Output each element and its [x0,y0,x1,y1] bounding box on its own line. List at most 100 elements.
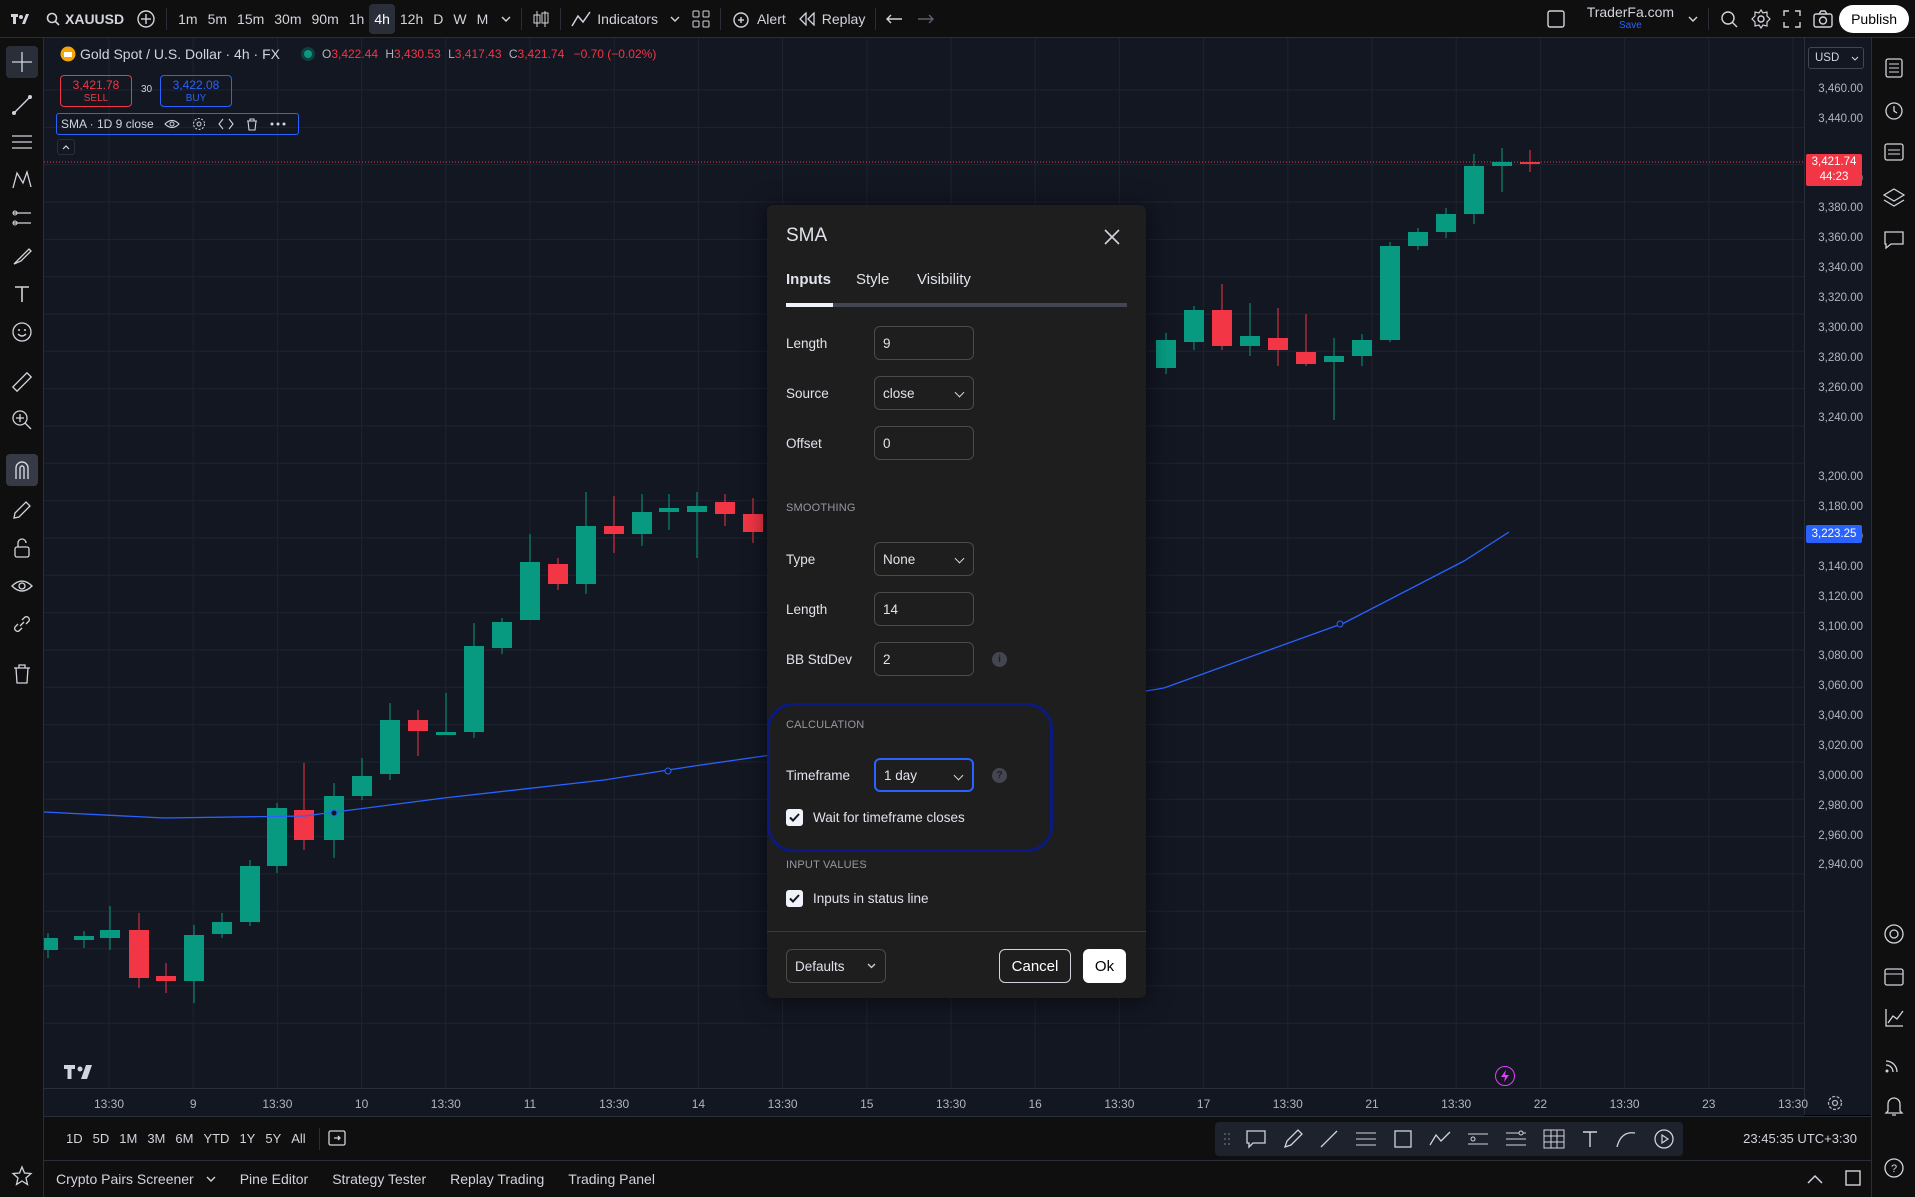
timeframe-15m[interactable]: 15m [232,4,269,34]
pen-icon[interactable] [1283,1128,1304,1149]
rectangle-icon[interactable] [1393,1129,1413,1149]
quick-search-button[interactable] [1713,0,1745,38]
goto-date-button[interactable] [328,1128,348,1149]
price-axis[interactable]: USD 3,460.003,440.003,400.003,380.003,36… [1804,38,1871,1115]
status-line-checkbox[interactable] [786,889,803,907]
brush-tool[interactable] [6,240,38,272]
tab-visibility[interactable]: Visibility [917,271,971,288]
curve-icon[interactable] [1615,1129,1637,1149]
cancel-button[interactable]: Cancel [999,949,1071,983]
status-line-row[interactable]: Inputs in status line [786,881,1127,915]
tab-replay-trading[interactable]: Replay Trading [438,1171,556,1187]
replay-button[interactable]: Replay [792,0,872,38]
range-1M[interactable]: 1M [114,1131,142,1146]
timeframe-W[interactable]: W [448,4,471,34]
clock[interactable]: 23:45:35 UTC+3:30 [1743,1131,1857,1146]
tab-crypto-screener[interactable]: Crypto Pairs Screener [44,1171,228,1187]
bb-stddev-input[interactable]: 2 [874,642,974,676]
publish-button[interactable]: Publish [1839,4,1909,33]
axis-settings-button[interactable] [1826,1094,1844,1112]
chats-button[interactable] [1878,224,1910,256]
legend-title[interactable]: Gold Spot / U.S. Dollar · 4h · FX [80,46,280,62]
channel-icon[interactable] [1505,1129,1527,1149]
timeframe-select[interactable]: 1 day [874,758,974,792]
replay-play-icon[interactable] [1653,1128,1675,1150]
range-3M[interactable]: 3M [142,1131,170,1146]
settings-button[interactable] [1745,0,1777,38]
favorites-tool[interactable] [6,1160,38,1192]
range-5Y[interactable]: 5Y [260,1131,286,1146]
ok-button[interactable]: Ok [1083,949,1126,983]
magnet-tool[interactable] [6,454,38,486]
timeframe-M[interactable]: M [472,4,494,34]
info-icon[interactable]: i [992,651,1007,667]
timeframe-30m[interactable]: 30m [269,4,306,34]
timeframe-1m[interactable]: 1m [173,4,202,34]
tab-style[interactable]: Style [856,271,889,288]
drag-handle-icon[interactable] [1223,1132,1231,1146]
source-select[interactable]: close [874,376,974,410]
watchlist-button[interactable] [1878,52,1910,84]
collapse-legend-button[interactable] [57,139,75,155]
link-tool[interactable] [6,608,38,640]
callout-icon[interactable] [1245,1129,1267,1149]
symbol-search[interactable]: XAUUSD [40,0,130,38]
range-1D[interactable]: 1D [61,1131,88,1146]
flash-icon[interactable] [1495,1066,1515,1086]
crosshair-tool[interactable] [6,46,38,78]
source-code-icon[interactable] [217,118,234,130]
help-icon[interactable]: ? [992,767,1007,783]
currency-dropdown[interactable]: USD [1808,47,1864,69]
chart-type-button[interactable] [526,0,556,38]
tab-trading-panel[interactable]: Trading Panel [556,1171,667,1187]
timeframe-4h[interactable]: 4h [369,3,395,34]
table-icon[interactable] [1543,1129,1565,1149]
range-1Y[interactable]: 1Y [234,1131,260,1146]
collapse-panel-button[interactable] [1807,1171,1823,1187]
more-icon[interactable] [270,122,286,126]
pattern-tool[interactable] [6,164,38,196]
zoom-tool[interactable] [6,404,38,436]
sma-legend[interactable]: SMA · 1D 9 close [56,113,299,135]
fib-icon[interactable] [1355,1129,1377,1149]
hide-tool[interactable] [6,570,38,602]
account-switcher[interactable]: TraderFa.com Save [1541,0,1704,38]
range-5D[interactable]: 5D [88,1131,115,1146]
indicators-button[interactable]: Indicators [565,0,686,38]
undo-button[interactable] [880,0,910,38]
close-button[interactable] [1100,225,1124,249]
notifications-button[interactable] [1878,1090,1910,1122]
line-icon[interactable] [1319,1129,1339,1149]
wait-timeframe-row[interactable]: Wait for timeframe closes [786,800,1127,834]
layouts-button[interactable] [686,0,716,38]
forecast-tool[interactable] [6,202,38,234]
account-save[interactable]: Save [1619,19,1642,33]
timeframe-D[interactable]: D [428,4,448,34]
trash-icon[interactable] [246,117,258,131]
fullscreen-button[interactable] [1777,0,1807,38]
trendline-tool[interactable] [6,89,38,121]
range-YTD[interactable]: YTD [198,1131,234,1146]
gear-icon[interactable] [192,117,206,131]
sell-button[interactable]: 3,421.78 SELL [60,75,132,107]
tab-inputs[interactable]: Inputs [786,271,831,288]
text-tool[interactable] [6,278,38,310]
stream-button[interactable] [1878,1048,1910,1080]
buy-button[interactable]: 3,422.08 BUY [160,75,232,107]
fib-tool[interactable] [6,126,38,158]
stay-drawing-tool[interactable] [6,494,38,526]
alerts-button[interactable] [1878,94,1910,126]
lock-tool[interactable] [6,532,38,564]
screener-button[interactable] [1878,1002,1910,1034]
calendar-button[interactable] [1878,960,1910,992]
news-button[interactable] [1878,136,1910,168]
maximize-panel-button[interactable] [1845,1169,1861,1189]
layers-button[interactable] [1878,182,1910,214]
timeframe-5m[interactable]: 5m [203,4,232,34]
position-icon[interactable] [1467,1129,1489,1149]
eye-icon[interactable] [163,118,180,130]
timeframe-dropdown[interactable] [495,0,517,38]
text-icon[interactable] [1581,1129,1599,1149]
defaults-button[interactable]: Defaults [786,949,886,983]
target-button[interactable] [1878,918,1910,950]
